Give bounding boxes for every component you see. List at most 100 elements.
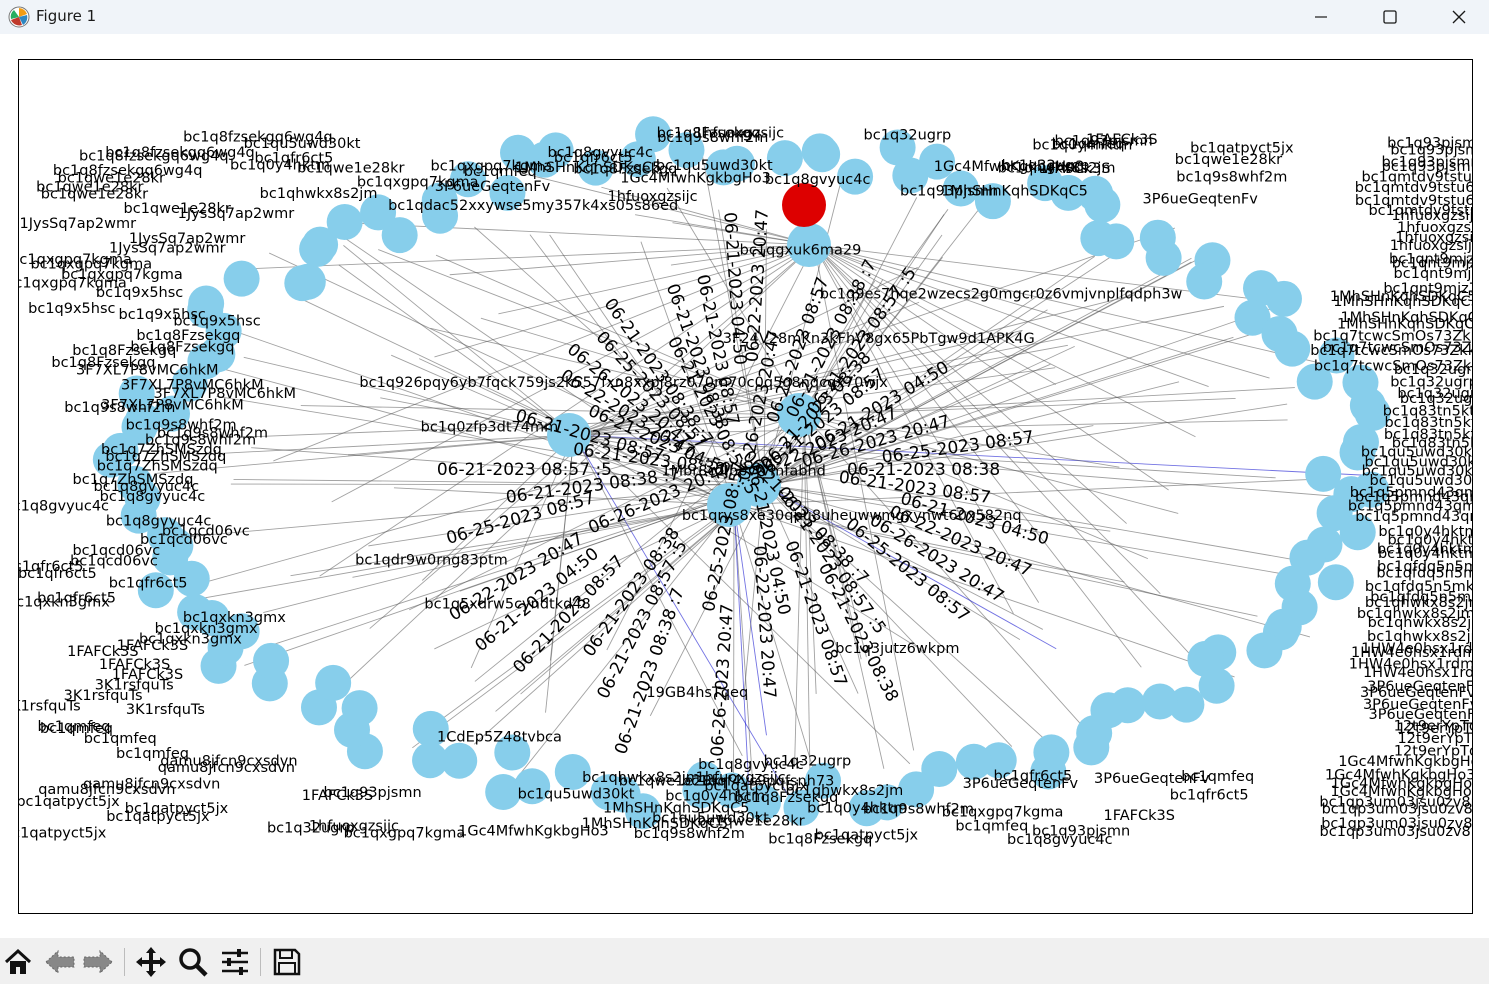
node-label: 1FAFCk3S <box>1086 132 1157 148</box>
highlighted-node <box>782 183 826 227</box>
plot-axes: 06-21-2023 08:38 06-21-2023 08:57 06-21-20… <box>18 59 1473 914</box>
configure-subplots-button[interactable] <box>217 944 253 980</box>
node-label: bc1qmfeq <box>464 164 537 180</box>
graph-node <box>1142 683 1179 720</box>
matplotlib-icon <box>8 6 30 28</box>
node-label: 1Mbr8c2JbbvJVmfabhd <box>661 464 826 480</box>
node-label: bc1qnt9mjz7 <box>1394 266 1473 282</box>
graph-node <box>955 743 992 780</box>
graph-node <box>315 664 352 701</box>
node-label: bc1qdac52xxywse5my357k4xs05s86ed <box>388 198 678 214</box>
edge <box>733 477 1339 506</box>
network-graph: 06-21-2023 08:3806-21-2023 08:5706-21-20… <box>19 116 1473 848</box>
node-label: bc1q8gvyuc4c <box>765 172 871 188</box>
node-label: 1JysSq7ap2wmr <box>20 216 137 232</box>
node-label: bc1qfr6ct5 <box>1170 788 1249 804</box>
node-label: bc1qfr6ct5 <box>109 575 188 591</box>
node-label: bc1q32ugrp <box>864 128 952 144</box>
node-label: 3P6ueGeqtenFv <box>435 179 551 195</box>
node-label: bc1q5pmnd43qm <box>1355 509 1473 525</box>
window-titlebar: Figure 1 <box>0 0 1489 34</box>
node-label: bc1q8gvyuc4c <box>19 498 109 514</box>
node-label: bc1qmfeq <box>84 731 157 747</box>
graph-node <box>1305 455 1342 492</box>
node-label: bc1qatpyct5jx <box>106 809 210 825</box>
node-label: bc1q3jutz6wkpm <box>835 641 959 657</box>
node-label: 3P6ueGeqtenFv <box>1094 771 1210 787</box>
close-button[interactable] <box>1424 0 1489 34</box>
node-label: bc1qu5uwd30kt <box>244 136 361 152</box>
back-button[interactable] <box>42 944 78 980</box>
pan-button[interactable] <box>133 944 169 980</box>
save-button[interactable] <box>269 944 305 980</box>
back-arrow-icon <box>45 949 75 975</box>
node-label: 1MhSHnKqhSDKqC5 <box>941 183 1088 199</box>
graph-node <box>289 263 326 300</box>
graph-node <box>804 136 841 173</box>
home-button[interactable] <box>0 944 36 980</box>
node-label: 1JysSq7ap2wmr <box>178 206 295 222</box>
node-label: bc1q0y4hktm <box>807 800 907 816</box>
graph-node <box>1186 263 1223 300</box>
node-label: bc1q9s8whf2m <box>64 400 175 416</box>
node-label: bc1q9x5hsc <box>28 301 115 317</box>
graph-node <box>223 260 260 297</box>
node-label: 1FAFCk3S <box>1104 808 1175 824</box>
node-label: bc1qatpyct5jx <box>19 794 120 810</box>
node-label: 1CdEp5Z48tvbca <box>437 729 562 745</box>
node-label: 1MhSHnKqhSDKqC5 <box>1333 294 1473 310</box>
home-icon <box>4 948 32 974</box>
minimize-icon <box>1315 16 1327 18</box>
node-label: 19GB4hsTqeq <box>646 685 748 701</box>
node-label: bc1qfr6ct5 <box>994 769 1073 785</box>
node-label: bc1q0zfp3dt74mm <box>421 419 559 435</box>
node-label: bc1qhwkx8s2jm <box>998 161 1116 177</box>
graph-node <box>1198 667 1235 704</box>
node-label: bc1qxkn3gmx <box>19 595 110 611</box>
node-label: bc1q0y4hktm <box>230 158 330 174</box>
maximize-icon <box>1383 10 1397 24</box>
node-label: 1MhSHnKqhSDKqC5 <box>582 816 729 832</box>
graph-node <box>341 690 378 727</box>
node-label: 3P6ueGeqtenFv <box>1142 191 1258 207</box>
move-icon <box>136 947 166 977</box>
graph-node <box>1265 280 1302 317</box>
graph-node <box>412 742 449 779</box>
minimize-button[interactable] <box>1286 0 1356 34</box>
close-icon <box>1452 10 1466 24</box>
node-label: bc1q926pqy6yb7fqck759js2k557fxn8xxpj8rz0… <box>359 375 888 391</box>
floppy-disk-icon <box>273 948 301 976</box>
node-label: qamu8jfcn9cxsdvn <box>158 760 295 776</box>
forward-button[interactable] <box>80 944 116 980</box>
graph-node <box>1274 330 1311 367</box>
node-label: bc1q7tcwcSmOs73Zkk <box>1310 343 1473 359</box>
node-label: bc1q9es7hqe2wzecs2g0mgcr0z6vmjvnplfqdph3… <box>820 287 1183 303</box>
navigation-toolbar <box>0 938 1489 984</box>
toolbar-separator <box>124 948 125 976</box>
graph-node <box>1317 564 1354 601</box>
maximize-button[interactable] <box>1355 0 1425 34</box>
node-label: bc1q9x5hsc <box>96 285 183 301</box>
forward-arrow-icon <box>83 949 113 975</box>
node-label: 3F7XL7P8vMC6hkM <box>76 363 219 379</box>
node-label: bc1qmfeq <box>955 819 1028 835</box>
graph-node <box>1145 239 1182 276</box>
toolbar-separator <box>260 948 261 976</box>
node-label: bc1q0y4hktm <box>665 789 765 805</box>
node-label: 3K1rsfquTs <box>126 702 205 718</box>
node-label: bc1qwe1e28kr <box>41 186 148 202</box>
node-label: bc1qhwkx8s2jm <box>260 186 378 202</box>
zoom-button[interactable] <box>175 944 211 980</box>
node-label: 1Gc4MfwhKgkbgHo3 <box>620 170 771 186</box>
node-label: bc1qxgpq7kgma <box>344 826 466 842</box>
graph-node <box>1246 632 1283 669</box>
node-label: bc1q32ugrp <box>267 820 355 836</box>
graph-node <box>326 203 363 240</box>
node-label: bc1qdr9w0rng83ptm <box>355 552 508 568</box>
graph-node <box>1073 729 1110 766</box>
node-label: bc1qfr6ct5 <box>19 566 97 582</box>
node-label: bc1qp3um03jsu0zv8r <box>1322 801 1473 817</box>
node-label: bc1qqf4vs9pqfsnh73 <box>682 774 834 790</box>
edge-label: 06-21-2023 08:57 :5 <box>437 460 612 480</box>
node-label: bc1qu5uwd30kt <box>518 787 635 803</box>
